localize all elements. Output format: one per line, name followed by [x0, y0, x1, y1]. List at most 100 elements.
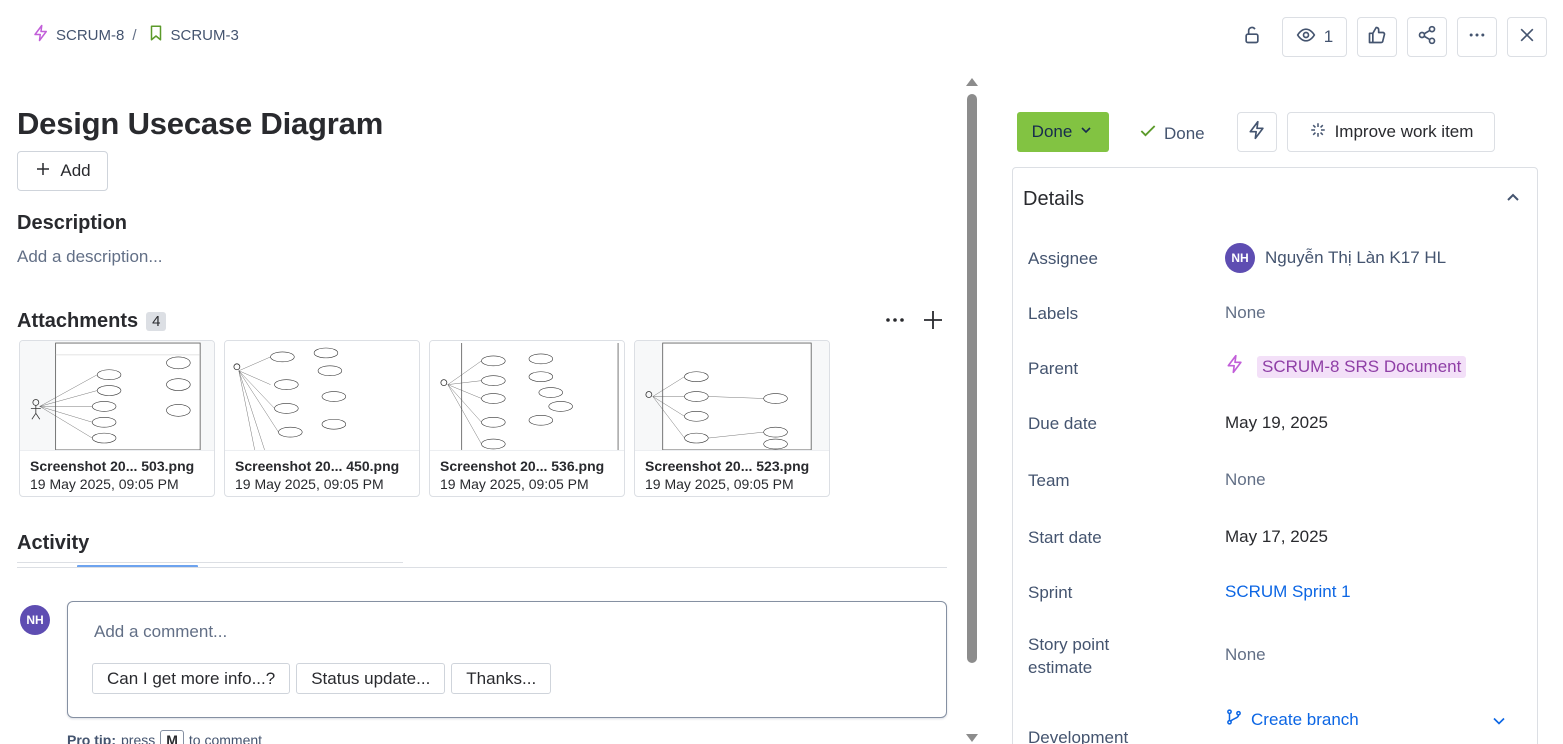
attachment-date: 19 May 2025, 09:05 PM	[440, 476, 589, 492]
attachments-heading: Attachments 4	[17, 310, 167, 333]
parent-label: Parent	[1028, 359, 1079, 378]
attachment-card[interactable]: Screenshot 20... 503.png 19 May 2025, 09…	[19, 340, 215, 497]
scrollbar-thumb[interactable]	[967, 94, 977, 663]
attachment-name: Screenshot 20... 503.png	[30, 458, 195, 474]
attachments-heading-label: Attachments	[17, 310, 139, 332]
comment-input[interactable]: Add a comment...	[94, 622, 227, 642]
status-dropdown[interactable]: Done	[1017, 112, 1109, 152]
story-points-field[interactable]: None	[1225, 645, 1266, 665]
pro-tip: Pro tip: press M to comment	[67, 730, 262, 744]
story-points-label: Story point estimate	[1028, 635, 1110, 677]
labels-field[interactable]: None	[1225, 303, 1266, 323]
attachments-add-icon[interactable]	[921, 308, 945, 337]
assignee-field[interactable]: NH Nguyễn Thị Làn K17 HL	[1225, 243, 1446, 273]
activity-tabs	[17, 562, 403, 563]
attachments-count-badge: 4	[146, 312, 167, 331]
branch-icon	[1225, 708, 1243, 731]
parent-field[interactable]: SCRUM-8 SRS Document	[1225, 354, 1467, 379]
development-label: Development	[1028, 728, 1129, 744]
attachment-thumbnail	[20, 341, 214, 451]
sparkle-icon	[1309, 121, 1327, 144]
watchers-count: 1	[1323, 27, 1334, 46]
labels-label: Labels	[1028, 304, 1079, 323]
vote-button[interactable]	[1357, 17, 1397, 57]
breadcrumb-current[interactable]: SCRUM-3	[147, 24, 239, 46]
breadcrumb-parent[interactable]: SCRUM-8	[32, 24, 124, 46]
start-date-field[interactable]: May 17, 2025	[1225, 527, 1328, 547]
chevron-up-icon[interactable]	[1501, 186, 1525, 210]
improve-work-item-button[interactable]: Improve work item	[1287, 112, 1495, 152]
watch-button[interactable]: 1	[1282, 17, 1347, 57]
create-branch-button[interactable]: Create branch	[1225, 708, 1359, 731]
chevron-down-icon	[1078, 122, 1094, 143]
avatar: NH	[20, 605, 50, 635]
issue-actions: 1	[1232, 17, 1547, 57]
breadcrumb-current-label: SCRUM-3	[170, 26, 239, 44]
attachment-thumbnail	[225, 341, 419, 451]
details-heading[interactable]: Details	[1023, 188, 1084, 211]
sprint-label: Sprint	[1028, 583, 1073, 602]
close-button[interactable]	[1507, 17, 1547, 57]
activity-heading: Activity	[17, 532, 90, 554]
avatar: NH	[1225, 243, 1255, 273]
attachment-thumbnail	[430, 341, 624, 451]
issue-title[interactable]: Design Usecase Diagram	[17, 106, 383, 142]
restrict-button[interactable]	[1232, 17, 1272, 57]
attachment-tools	[883, 308, 945, 337]
attachment-name: Screenshot 20... 450.png	[235, 458, 400, 474]
quick-reply-more-info[interactable]: Can I get more info...?	[92, 663, 291, 694]
quick-reply-thanks[interactable]: Thanks...	[451, 663, 552, 694]
attachment-date: 19 May 2025, 09:05 PM	[645, 476, 794, 492]
breadcrumb: SCRUM-8 / SCRUM-3	[32, 24, 239, 46]
pro-tip-label: Pro tip:	[67, 732, 116, 744]
create-branch-label: Create branch	[1251, 709, 1359, 729]
improve-work-item-label: Improve work item	[1334, 122, 1474, 141]
resolution: Done	[1138, 121, 1205, 146]
scroll-up-arrow-icon[interactable]	[966, 78, 978, 86]
more-icon	[1467, 25, 1487, 50]
chevron-down-icon[interactable]	[1489, 711, 1509, 731]
breadcrumb-separator: /	[132, 26, 137, 44]
attachment-thumbnail	[635, 341, 829, 451]
eye-icon	[1296, 25, 1316, 50]
add-button[interactable]: Add	[17, 151, 108, 191]
due-date-field[interactable]: May 19, 2025	[1225, 413, 1328, 433]
story-bookmark-icon	[147, 24, 165, 46]
resolution-label: Done	[1164, 123, 1205, 143]
parent-link[interactable]: SCRUM-8 SRS Document	[1257, 355, 1467, 378]
add-button-label: Add	[60, 161, 91, 180]
divider	[17, 567, 947, 568]
main-scrollbar[interactable]	[964, 76, 980, 744]
status-label: Done	[1031, 122, 1073, 141]
share-button[interactable]	[1407, 17, 1447, 57]
breadcrumb-parent-label: SCRUM-8	[56, 26, 125, 44]
assignee-name: Nguyễn Thị Làn K17 HL	[1265, 248, 1447, 267]
pro-tip-press: press	[121, 732, 156, 744]
check-icon	[1138, 121, 1158, 146]
attachment-card[interactable]: Screenshot 20... 450.png 19 May 2025, 09…	[224, 340, 420, 497]
plus-icon	[34, 160, 52, 183]
due-date-label: Due date	[1028, 414, 1097, 433]
details-panel: Details Assignee NH Nguyễn Thị Làn K17 H…	[1012, 167, 1538, 744]
quick-replies: Can I get more info...? Status update...…	[92, 663, 552, 694]
attachment-card[interactable]: Screenshot 20... 536.png 19 May 2025, 09…	[429, 340, 625, 497]
thumbs-up-icon	[1367, 25, 1387, 50]
automation-button[interactable]	[1237, 112, 1277, 152]
start-date-label: Start date	[1028, 528, 1102, 547]
attachment-date: 19 May 2025, 09:05 PM	[30, 476, 179, 492]
sprint-link[interactable]: SCRUM Sprint 1	[1225, 582, 1351, 602]
attachment-card[interactable]: Screenshot 20... 523.png 19 May 2025, 09…	[634, 340, 830, 497]
attachment-name: Screenshot 20... 523.png	[645, 458, 810, 474]
epic-bolt-icon	[32, 24, 50, 46]
scroll-down-arrow-icon[interactable]	[966, 734, 978, 742]
attachments-more-icon[interactable]	[883, 308, 907, 337]
quick-reply-status-update[interactable]: Status update...	[296, 663, 446, 694]
more-actions-button[interactable]	[1457, 17, 1497, 57]
assignee-label: Assignee	[1028, 249, 1098, 268]
pro-tip-key: M	[160, 730, 184, 744]
lightning-icon	[1247, 120, 1267, 145]
comment-box[interactable]: Add a comment... Can I get more info...?…	[67, 601, 947, 718]
description-heading: Description	[17, 212, 128, 234]
team-field[interactable]: None	[1225, 470, 1266, 490]
description-placeholder[interactable]: Add a description...	[17, 247, 163, 267]
